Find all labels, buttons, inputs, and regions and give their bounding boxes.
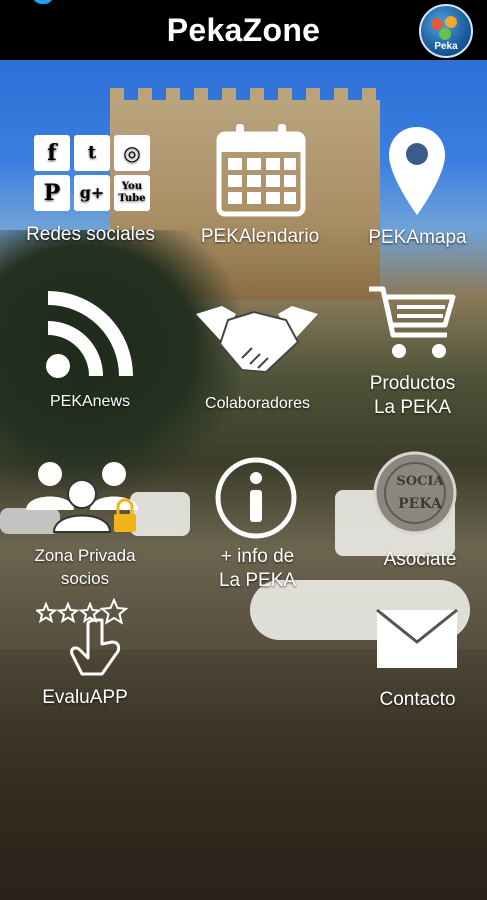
tile-label: Redes sociales (26, 224, 155, 245)
tile-evaluapp[interactable]: EvaluAPP (20, 598, 150, 713)
tile-label: PEKAlendario (200, 226, 320, 247)
logo-dot (439, 28, 451, 40)
tile-label: Asociate (383, 549, 457, 570)
youtube-text: Tube (118, 193, 146, 204)
tile-label: Zona Privada (34, 546, 136, 565)
envelope-icon (376, 608, 458, 668)
tile-label: PEKAnews (49, 393, 131, 410)
rating-tap-icon (36, 598, 129, 676)
rss-icon (46, 291, 133, 378)
tile-productos[interactable]: Productos La PEKA (345, 283, 480, 423)
badge-text: PEKA (398, 496, 442, 512)
tile-asociate[interactable]: SOCIA PEKA Asociate (360, 450, 480, 575)
tile-redes-sociales[interactable]: f t ◎ P g+ You Tube Redes sociales (8, 135, 173, 250)
tile-label: + info de (220, 546, 295, 567)
socia-badge-icon (373, 451, 457, 535)
youtube-icon: You Tube (114, 175, 150, 211)
tile-pekalendario[interactable]: PEKAlendario (190, 122, 330, 252)
tile-colaboradores[interactable]: Colaboradores (180, 300, 335, 415)
app-title: PekaZone (166, 12, 321, 48)
youtube-text: You (121, 181, 143, 192)
tile-label: socios (60, 569, 110, 588)
group-lock-icon (26, 462, 138, 533)
twitter-icon: t (74, 135, 110, 171)
tile-info[interactable]: + info de La PEKA (185, 455, 330, 595)
facebook-icon: f (34, 135, 70, 171)
tile-label: La PEKA (373, 397, 452, 418)
handshake-icon (196, 306, 318, 374)
tile-pekamapa[interactable]: PEKAmapa (355, 125, 480, 252)
tile-contacto[interactable]: Contacto (355, 608, 480, 718)
tile-label: Contacto (379, 689, 456, 710)
instagram-icon: ◎ (114, 135, 150, 171)
logo-text: Peka (434, 41, 458, 52)
logo-dot (445, 16, 457, 28)
googleplus-icon: g+ (74, 175, 110, 211)
tile-label: PEKAmapa (368, 227, 467, 248)
shopping-cart-icon (369, 286, 456, 358)
pinterest-icon: P (34, 175, 70, 211)
tile-zona-privada[interactable]: Zona Privada socios (10, 460, 160, 590)
app-header: PekaZone Peka (0, 0, 487, 60)
badge-text: SOCIA (396, 474, 444, 489)
peka-logo[interactable]: Peka (419, 4, 473, 58)
tile-pekanews[interactable]: PEKAnews (20, 288, 160, 413)
tile-label: Colaboradores (205, 395, 310, 412)
tile-label: La PEKA (218, 570, 297, 591)
tile-label: EvaluAPP (42, 687, 128, 708)
tile-label: Productos (369, 373, 456, 394)
info-icon (215, 457, 297, 539)
calendar-icon (216, 124, 306, 217)
map-pin-icon (389, 127, 445, 215)
